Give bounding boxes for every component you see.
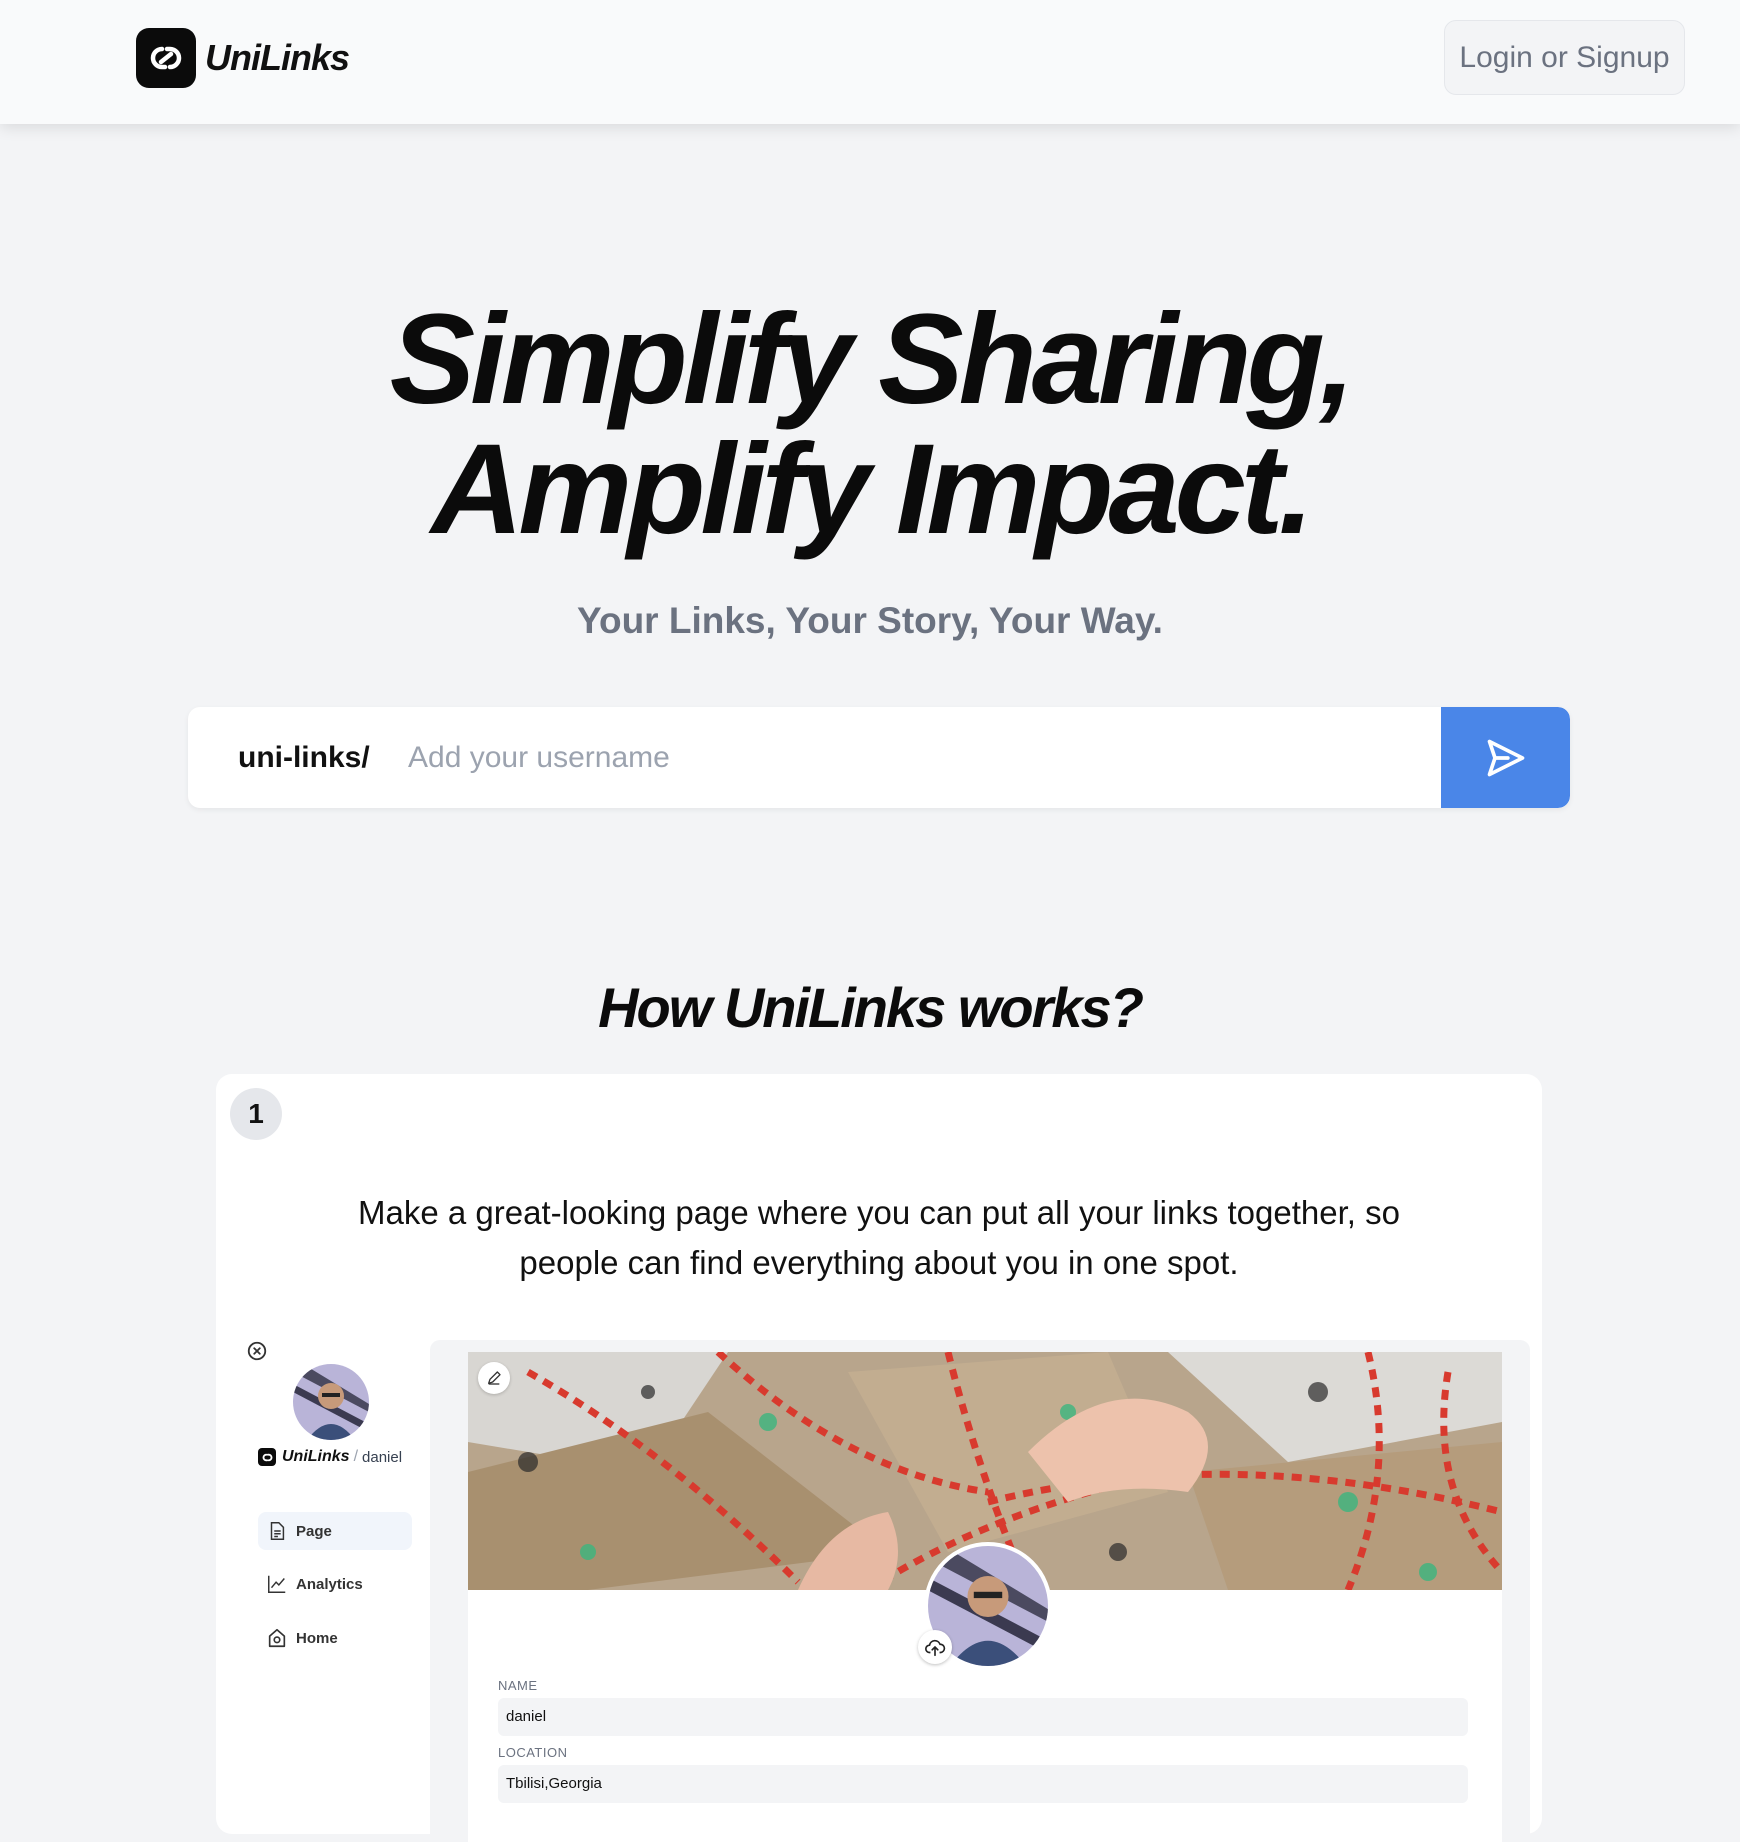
brand-name: UniLinks [205, 37, 350, 78]
page-icon [270, 1522, 285, 1540]
brand-logo[interactable]: UniLinks [136, 28, 350, 88]
pencil-icon [488, 1371, 501, 1385]
username-claim-bar: uni-links/ [188, 707, 1570, 808]
avatar [293, 1364, 369, 1440]
hero-subtitle: Your Links, Your Story, Your Way. [577, 600, 1163, 641]
location-field[interactable]: Tbilisi,Georgia [498, 1765, 1468, 1803]
mockup-brand-name: UniLinks [282, 1448, 350, 1465]
hero-title-line-2: Amplify Impact. [430, 418, 1314, 561]
send-icon [1487, 739, 1524, 776]
how-it-works-title: How UniLinks works? [598, 976, 1144, 1039]
mockup-nav-label: Home [296, 1629, 338, 1647]
home-icon [268, 1628, 286, 1648]
login-signup-button[interactable]: Login or Signup [1444, 20, 1685, 95]
step-description: Make a great-looking page where you can … [358, 1194, 1400, 1281]
mockup-brand: UniLinks / daniel [258, 1448, 402, 1466]
link-icon [136, 28, 196, 88]
hero-title-line-1: Simplify Sharing, [389, 288, 1356, 431]
mockup-nav-home[interactable]: Home [258, 1619, 412, 1657]
brand-separator: / [353, 1448, 359, 1465]
step-card: 1 Make a great-looking page where you ca… [216, 1074, 1542, 1842]
username-prefix: uni-links/ [238, 741, 370, 774]
upload-photo-button[interactable] [918, 1630, 952, 1664]
mockup-sidebar: UniLinks / daniel Page Analytics Home [236, 1340, 426, 1840]
mockup-profile-panel: NAME daniel LOCATION Tbilisi,Georgia [468, 1352, 1502, 1842]
hero-title: Simplify Sharing, Amplify Impact. [0, 295, 1740, 555]
submit-username-button[interactable] [1441, 707, 1570, 808]
edit-cover-button[interactable] [478, 1362, 510, 1394]
name-field[interactable]: daniel [498, 1698, 1468, 1736]
location-field-label: LOCATION [498, 1745, 568, 1760]
mockup-nav-label: Analytics [296, 1575, 363, 1593]
name-field-label: NAME [498, 1678, 538, 1693]
step-number-badge: 1 [230, 1088, 282, 1140]
username-input[interactable] [406, 727, 1410, 789]
mockup-nav-page[interactable]: Page [258, 1512, 412, 1550]
mockup-main-area: NAME daniel LOCATION Tbilisi,Georgia [430, 1340, 1530, 1842]
analytics-icon [268, 1575, 286, 1593]
mockup-nav-analytics[interactable]: Analytics [258, 1565, 412, 1603]
mockup-nav-label: Page [296, 1522, 332, 1540]
top-navbar: UniLinks Login or Signup [0, 0, 1740, 124]
cloud-upload-icon [925, 1639, 946, 1657]
close-icon [247, 1341, 267, 1361]
mockup-username: daniel [362, 1448, 403, 1466]
link-icon [258, 1448, 276, 1466]
